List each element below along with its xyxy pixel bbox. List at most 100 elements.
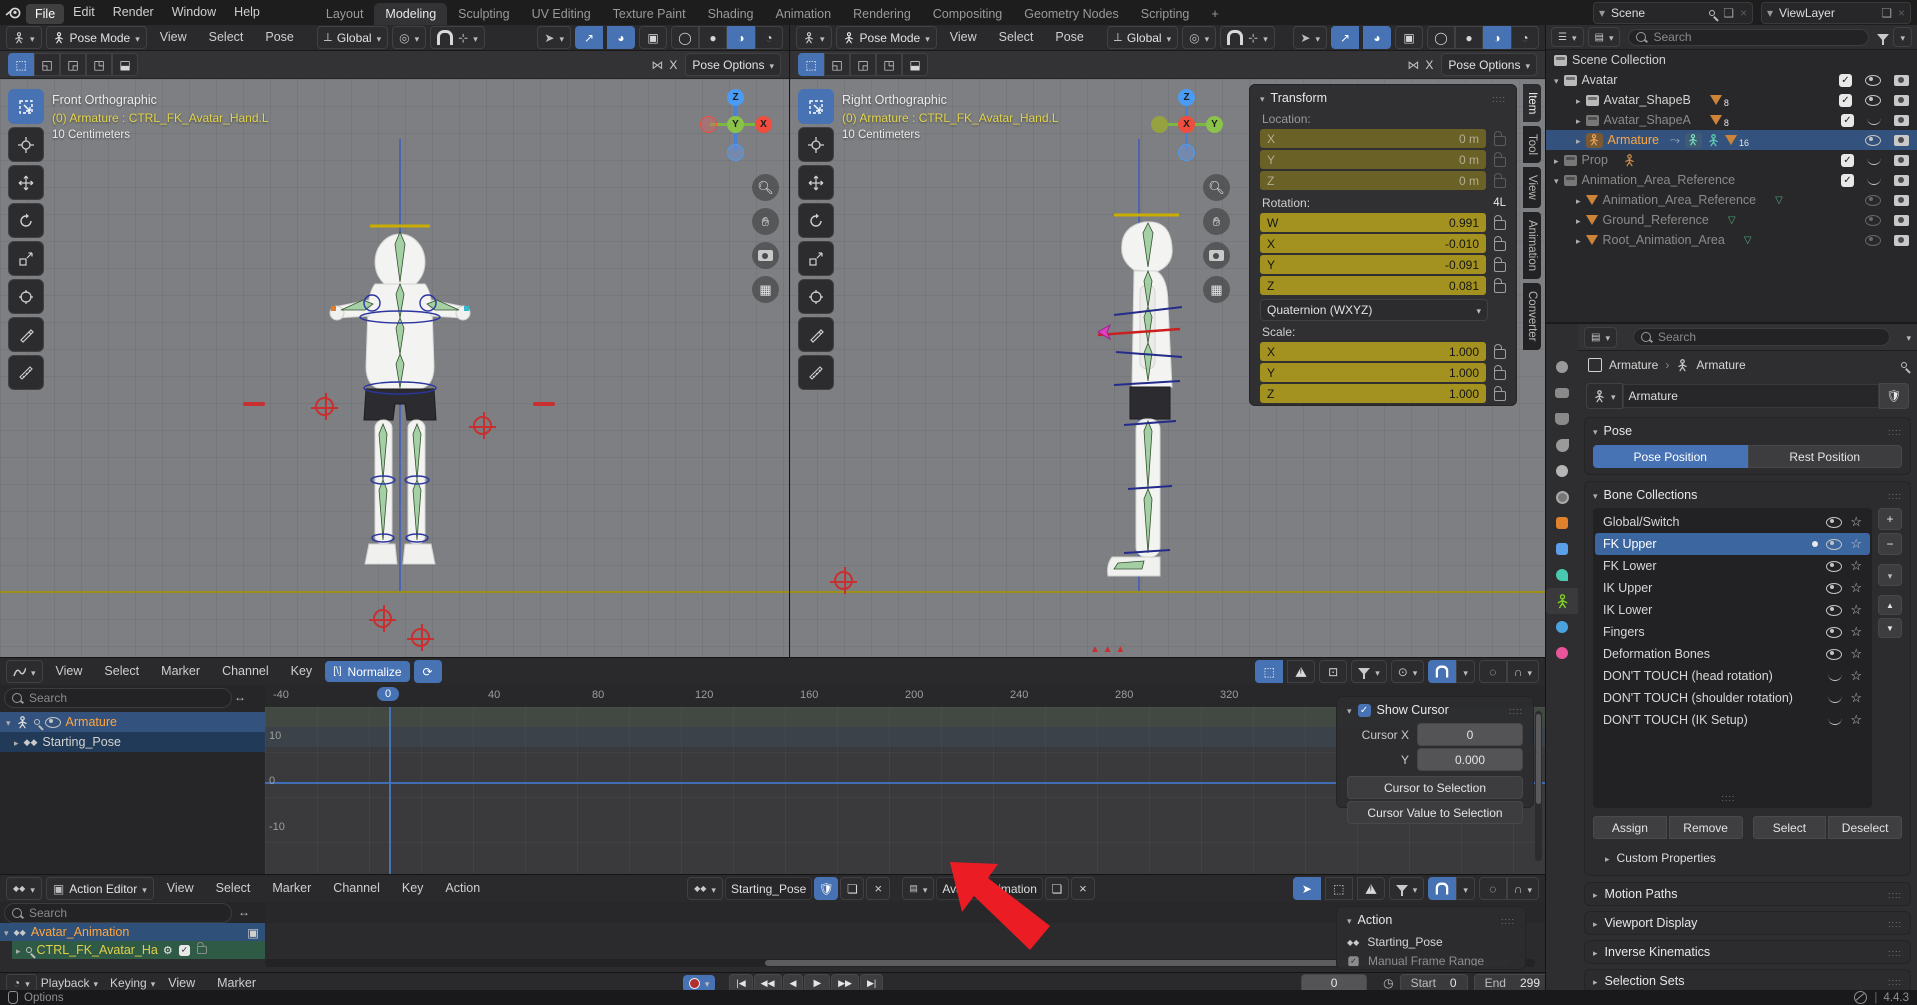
add-workspace-button[interactable]: + bbox=[1200, 3, 1229, 25]
proportional-edit-icon[interactable]: ◌ bbox=[1479, 660, 1507, 683]
dope-channel-ctrl-fk[interactable]: CTRL_FK_Avatar_Ha bbox=[12, 941, 265, 959]
solo-star-icon[interactable] bbox=[1850, 690, 1862, 706]
show-gizmo-toggle[interactable]: ↗ bbox=[575, 26, 603, 49]
show-overlays-toggle[interactable]: ◕ bbox=[1363, 26, 1391, 49]
viewlayer-selector[interactable]: ▾ ViewLayer ❏ × bbox=[1761, 2, 1911, 24]
lock-icon[interactable] bbox=[1494, 220, 1506, 230]
gizmo-y-axis[interactable]: Y bbox=[1206, 116, 1223, 133]
editor-type-button[interactable] bbox=[6, 660, 43, 683]
lock-icon[interactable] bbox=[1494, 370, 1506, 380]
show-gizmo-toggle[interactable]: ↗ bbox=[1331, 26, 1359, 49]
hide-icon[interactable] bbox=[1865, 95, 1881, 106]
navigation-gizmo[interactable]: Z X Y bbox=[700, 89, 772, 161]
eye-icon[interactable] bbox=[1826, 561, 1842, 572]
custom-properties-subpanel[interactable]: Custom Properties bbox=[1605, 851, 1902, 865]
grid-toggle-icon[interactable]: ▦ bbox=[1203, 276, 1230, 303]
snap-mode-dropdown[interactable] bbox=[1456, 877, 1475, 900]
options-dropdown-icon[interactable] bbox=[1906, 330, 1911, 344]
menu-window[interactable]: Window bbox=[163, 0, 225, 25]
expand-icon[interactable] bbox=[14, 735, 19, 749]
deselect-button[interactable]: Deselect bbox=[1828, 816, 1902, 839]
tool-select-box-icon[interactable] bbox=[8, 89, 44, 124]
auto-key-record-button[interactable] bbox=[683, 975, 716, 992]
motion-paths-panel[interactable]: Motion Paths bbox=[1584, 882, 1911, 906]
eye-icon[interactable] bbox=[1828, 716, 1842, 725]
shading-material-icon[interactable]: ◑ bbox=[727, 26, 755, 49]
location-y-field[interactable]: Y0 m bbox=[1260, 150, 1486, 169]
only-selected-icon[interactable]: ⬚ bbox=[1325, 877, 1353, 900]
expand-icon[interactable] bbox=[1576, 213, 1581, 227]
search-input[interactable] bbox=[1628, 29, 1869, 46]
tool-measure-icon[interactable] bbox=[798, 355, 834, 390]
tool-measure-icon[interactable] bbox=[8, 355, 44, 390]
knee-target-left[interactable] bbox=[373, 609, 392, 628]
view-menu[interactable]: View bbox=[941, 25, 986, 50]
render-icon[interactable] bbox=[1894, 175, 1909, 186]
lock-icon[interactable] bbox=[1494, 262, 1506, 272]
collection-ik-upper[interactable]: IK Upper bbox=[1595, 577, 1870, 599]
elbow-target-right[interactable] bbox=[473, 416, 492, 435]
tab-animation[interactable]: Animation bbox=[1523, 212, 1541, 279]
editor-type-button[interactable]: ▤ bbox=[1584, 327, 1617, 348]
breadcrumb-data[interactable]: Armature bbox=[1696, 358, 1745, 372]
move-down-button[interactable]: ▼ bbox=[1878, 618, 1902, 638]
filter-dropdown[interactable] bbox=[1351, 660, 1387, 683]
lock-icon[interactable] bbox=[1494, 391, 1506, 401]
tab-material-icon[interactable] bbox=[1546, 640, 1578, 666]
v-scrollbar[interactable] bbox=[1535, 711, 1542, 861]
rotation-mode-dropdown[interactable]: Quaternion (WXYZ) bbox=[1260, 299, 1488, 321]
pointer-toggle-icon[interactable]: ➤ bbox=[1293, 877, 1321, 900]
object-visibility[interactable]: ➤ bbox=[537, 26, 571, 49]
expand-icon[interactable] bbox=[1576, 233, 1581, 247]
hide-icon[interactable] bbox=[1865, 75, 1881, 86]
drag-handle-icon[interactable] bbox=[1509, 703, 1523, 717]
filter-swap-icon[interactable]: ↔ bbox=[238, 905, 250, 919]
exclude-checkbox[interactable] bbox=[1839, 94, 1852, 107]
render-icon[interactable] bbox=[1894, 135, 1909, 146]
drag-handle-icon[interactable] bbox=[1888, 488, 1902, 502]
transform-orientation[interactable]: ⟂Global bbox=[317, 26, 388, 49]
marker-menu[interactable]: Marker bbox=[263, 876, 320, 901]
zoom-icon[interactable]: 🔍︎ bbox=[752, 174, 779, 201]
menu-render[interactable]: Render bbox=[104, 0, 163, 25]
expand-icon[interactable] bbox=[1554, 153, 1559, 167]
snap-mode-dropdown[interactable] bbox=[1456, 660, 1475, 683]
gizmo-y-axis[interactable]: Y bbox=[727, 116, 744, 133]
xray-toggle[interactable]: ▣ bbox=[639, 26, 667, 49]
select-intersect-icon[interactable]: ⬓ bbox=[902, 53, 928, 76]
collapse-icon[interactable] bbox=[1593, 488, 1598, 502]
pin-icon[interactable] bbox=[26, 947, 32, 953]
proportional-edit-icon[interactable]: ◌ bbox=[1479, 877, 1507, 900]
scale-x-field[interactable]: X1.000 bbox=[1260, 342, 1486, 361]
solo-star-icon[interactable] bbox=[1850, 712, 1862, 728]
render-icon[interactable] bbox=[1894, 95, 1909, 106]
drag-handle-icon[interactable] bbox=[1888, 916, 1902, 930]
exclude-checkbox[interactable] bbox=[1841, 154, 1854, 167]
hand-target[interactable] bbox=[834, 571, 853, 590]
expand-icon[interactable] bbox=[1576, 93, 1581, 107]
channel-search[interactable] bbox=[4, 903, 232, 923]
tool-annotate-icon[interactable] bbox=[798, 317, 834, 352]
show-errors-icon[interactable] bbox=[1287, 660, 1315, 683]
collapse-icon[interactable] bbox=[1593, 424, 1598, 438]
menu-edit[interactable]: Edit bbox=[64, 0, 104, 25]
lock-icon[interactable] bbox=[1494, 157, 1506, 167]
view-menu[interactable]: View bbox=[151, 25, 196, 50]
snapping[interactable]: ⊹ bbox=[430, 26, 485, 49]
hand-bar-right[interactable] bbox=[533, 402, 555, 406]
tab-item[interactable]: Item bbox=[1523, 84, 1541, 122]
drag-handle-icon[interactable] bbox=[1492, 91, 1506, 105]
select-menu[interactable]: Select bbox=[990, 25, 1043, 50]
playhead-line[interactable] bbox=[389, 707, 391, 875]
tab-output-icon[interactable] bbox=[1546, 406, 1578, 432]
expand-icon[interactable] bbox=[1576, 193, 1581, 207]
pose-options-dropdown[interactable]: Pose Options bbox=[1441, 53, 1537, 76]
filter-dropdown[interactable] bbox=[1389, 877, 1425, 900]
rotation-x-field[interactable]: X-0.010 bbox=[1260, 234, 1486, 253]
eye-icon[interactable] bbox=[1826, 539, 1842, 550]
outliner-row-avatar[interactable]: Avatar bbox=[1546, 70, 1917, 90]
rotation-w-field[interactable]: W0.991 bbox=[1260, 213, 1486, 232]
expand-icon[interactable] bbox=[1576, 133, 1581, 147]
pose-menu[interactable]: Pose bbox=[1046, 25, 1093, 50]
workspace-tab-geometry-nodes[interactable]: Geometry Nodes bbox=[1013, 3, 1129, 25]
